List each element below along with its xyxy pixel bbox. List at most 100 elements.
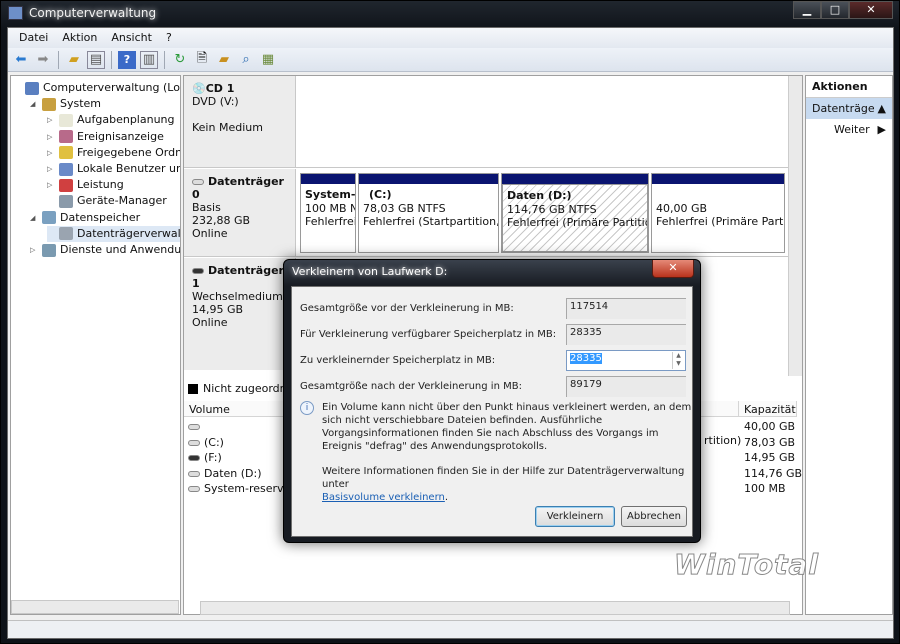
shrink-button[interactable]: Verkleinern: [535, 506, 615, 527]
help-icon[interactable]: ?: [118, 50, 136, 69]
expand-arrow-icon[interactable]: ▷: [30, 242, 40, 258]
shrink-amount-value: 28335: [570, 353, 602, 364]
drive-icon: [188, 470, 200, 477]
tree-node-icon: [25, 81, 39, 95]
tree-item-label: Leistung: [77, 178, 124, 192]
drive-icon: [188, 424, 200, 430]
menu-help[interactable]: ?: [159, 28, 179, 48]
tree-node-icon: [59, 194, 73, 208]
spinner-arrows[interactable]: ▲ ▼: [672, 352, 684, 369]
tree-item[interactable]: ▷ Aufgabenplanung: [47, 112, 175, 128]
disk-row-0[interactable]: Datenträger 0 Basis 232,88 GB Online Sys…: [184, 169, 789, 257]
close-button[interactable]: ✕: [849, 1, 893, 19]
minimize-button[interactable]: ▁: [793, 1, 821, 19]
tree-item[interactable]: ▷ Freigegebene Ordner: [47, 145, 180, 161]
search-icon[interactable]: ⌕: [237, 51, 255, 69]
expand-arrow-icon[interactable]: ▷: [47, 145, 57, 161]
tree-node-icon: [59, 178, 73, 192]
tree-item[interactable]: ▷ Ereignisanzeige: [47, 129, 164, 145]
shrink-amount-input[interactable]: 28335 ▲ ▼: [566, 350, 686, 371]
partition-d-selected[interactable]: Daten (D:) 114,76 GB NTFS Fehlerfrei (Prim…: [501, 173, 649, 253]
tree-item[interactable]: ◢ Datenspeicher: [30, 210, 140, 226]
tree-node-icon: [42, 243, 56, 257]
expand-arrow-icon[interactable]: ◢: [30, 96, 40, 112]
partition-system-reserved[interactable]: System-reserviert100 MB NTFSFehlerfrei (…: [300, 173, 356, 253]
partition-40gb[interactable]: 40,00 GBFehlerfrei (Primäre Partition): [651, 173, 785, 253]
volume-row[interactable]: (F:): [188, 450, 222, 466]
tree-item-label: Computerverwaltung (Lokal): [43, 81, 180, 94]
tree-item[interactable]: ▷ Leistung: [47, 177, 124, 193]
tree-item-label: Geräte-Manager: [77, 194, 167, 208]
volume-name: (C:): [204, 435, 224, 449]
info-text: Ein Volume kann nicht über den Punkt hin…: [322, 402, 692, 452]
maximize-button[interactable]: □: [821, 1, 849, 19]
tree-item[interactable]: Computerverwaltung (Lokal): [13, 80, 180, 96]
disk-type: DVD (V:): [192, 95, 239, 108]
back-icon[interactable]: ⬅: [12, 51, 30, 69]
volume-capacity: 114,76 GB: [744, 466, 803, 480]
disk-status: Kein Medium: [192, 121, 263, 134]
status-bar: [8, 620, 893, 638]
tree-item-label: Aufgabenplanung: [77, 113, 175, 127]
unallocated-swatch: [188, 383, 198, 394]
disk-view-scrollbar[interactable]: [788, 76, 802, 376]
menu-ansicht[interactable]: Ansicht: [104, 28, 159, 48]
more-actions[interactable]: Weitere Aktionen ▶: [806, 119, 892, 140]
volume-capacity: 40,00 GB: [744, 420, 796, 433]
label-available: Für Verkleinerung verfügbarer Speicherpl…: [300, 329, 557, 340]
tree-item[interactable]: Datenträgerverwaltung: [47, 225, 180, 242]
actions-section[interactable]: Datenträgerverwaltung▲: [806, 98, 892, 119]
tree-horizontal-scrollbar[interactable]: [11, 600, 179, 614]
menu-datei[interactable]: Datei: [12, 28, 55, 48]
volume-row[interactable]: [188, 419, 204, 435]
volume-row[interactable]: Daten (D:): [188, 466, 262, 482]
info-icon: i: [300, 401, 314, 415]
open-folder-icon[interactable]: ▰: [215, 51, 233, 69]
disk-type: Basis: [192, 201, 221, 214]
tree-item-label: System: [60, 97, 102, 111]
help-link[interactable]: Basisvolume verkleinern: [322, 492, 445, 503]
expand-arrow-icon[interactable]: ▷: [47, 161, 57, 177]
drive-icon: [188, 439, 200, 446]
disk-status: Online: [192, 316, 228, 329]
computer-management-icon: [8, 6, 23, 20]
tree-node-icon: [59, 146, 73, 160]
legend: Nicht zugeordnet: [188, 382, 298, 395]
menu-aktion[interactable]: Aktion: [55, 28, 104, 48]
partition-c[interactable]: (C:) 78,03 GB NTFS Fehlerfrei (Startpartit…: [358, 173, 499, 253]
expand-arrow-icon[interactable]: ▷: [47, 112, 57, 128]
properties-icon[interactable]: 🗎: [193, 51, 211, 69]
tree-item[interactable]: Geräte-Manager: [47, 193, 167, 209]
tree-item-label: Ereignisanzeige: [77, 129, 164, 143]
tree-node-icon: [42, 97, 56, 111]
show-tree-icon[interactable]: ▤: [87, 50, 105, 69]
chevron-right-icon: ▶: [877, 123, 886, 136]
refresh-icon[interactable]: ↻: [171, 51, 189, 69]
expand-arrow-icon[interactable]: ◢: [30, 210, 40, 226]
tree-node-icon: [59, 130, 73, 144]
total-after-field: 89179: [566, 376, 686, 397]
total-before-field: 117514: [566, 298, 686, 319]
cancel-button[interactable]: Abbrechen: [621, 506, 687, 527]
tree-item[interactable]: ▷ Lokale Benutzer und Gruppen: [47, 161, 180, 177]
up-folder-icon[interactable]: ▰: [65, 51, 83, 69]
drive-icon: [188, 486, 200, 492]
settings-icon[interactable]: ▦: [259, 51, 277, 69]
disk-type: Wechselmedium: [192, 290, 283, 303]
actions-pane: Aktionen Datenträgerverwaltung▲ Weitere …: [805, 75, 893, 615]
disk-size: 14,95 GB: [192, 303, 244, 316]
tree-item-label: Freigegebene Ordner: [77, 145, 180, 159]
expand-arrow-icon[interactable]: ▷: [47, 177, 57, 193]
show-action-pane-icon[interactable]: ▥: [140, 50, 158, 69]
column-header-capacity[interactable]: Kapazität: [739, 401, 797, 417]
tree-item[interactable]: ◢ System: [30, 96, 101, 112]
disk-row-cd1[interactable]: 💿CD 1 DVD (V:) Kein Medium: [184, 76, 789, 168]
horizontal-scrollbar[interactable]: [200, 601, 790, 615]
disk-size: [192, 108, 287, 121]
forward-icon[interactable]: ➡: [34, 51, 52, 69]
label-total-before: Gesamtgröße vor der Verkleinerung in MB:: [300, 303, 514, 314]
tree-item[interactable]: ▷ Dienste und Anwendungen: [30, 242, 180, 258]
expand-arrow-icon[interactable]: ▷: [47, 129, 57, 145]
dialog-close-button[interactable]: ✕: [652, 260, 694, 278]
volume-row[interactable]: (C:): [188, 435, 224, 451]
